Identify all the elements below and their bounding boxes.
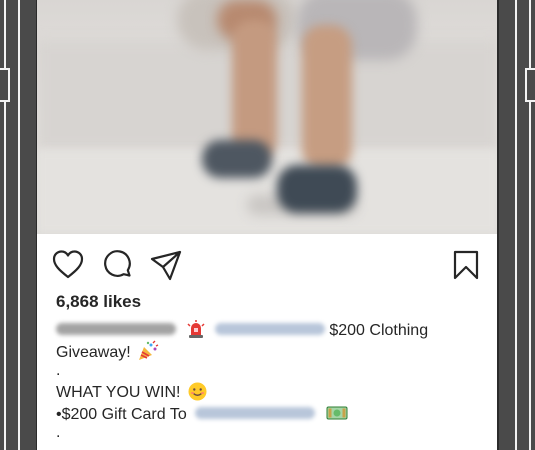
side-button-right [525, 68, 535, 102]
post-photo[interactable] [37, 0, 498, 234]
post-caption: $200 Clothing Giveaway! . WHAT YOU WIN! … [56, 320, 486, 444]
likes-count[interactable]: 6,868 likes [56, 292, 141, 312]
instagram-post: 6,868 likes $200 Clothing Giveaway! . WH… [37, 0, 498, 450]
comment-bubble-icon[interactable] [101, 248, 135, 282]
caption-line: •$200 Gift Card To [56, 404, 486, 426]
smiling-face-emoji [188, 382, 207, 401]
party-popper-emoji [137, 340, 159, 362]
siren-emoji [186, 319, 206, 339]
caption-text: $200 Clothing [329, 322, 429, 339]
username-redacted[interactable] [56, 323, 176, 336]
phone-frame: 6,868 likes $200 Clothing Giveaway! . WH… [0, 0, 535, 450]
caption-text: Giveaway! [56, 344, 131, 361]
caption-dot: . [56, 362, 61, 379]
caption-line: . [56, 424, 486, 444]
photo-shoe [202, 140, 272, 178]
caption-line: Giveaway! [56, 340, 486, 364]
bookmark-icon[interactable] [449, 248, 483, 282]
photo-leg [232, 20, 277, 160]
caption-line: WHAT YOU WIN! [56, 382, 486, 404]
caption-line: . [56, 362, 486, 382]
paper-plane-icon[interactable] [149, 248, 183, 282]
post-actions [37, 234, 498, 292]
mention-redacted[interactable] [214, 323, 325, 336]
heart-icon[interactable] [51, 248, 85, 282]
caption-dot: . [56, 424, 61, 441]
phone-bezel-right [497, 0, 535, 450]
caption-text: •$200 Gift Card To [56, 406, 187, 423]
mention-redacted[interactable] [195, 407, 316, 420]
caption-text: WHAT YOU WIN! [56, 384, 181, 401]
side-button-left [0, 68, 10, 102]
caption-line: $200 Clothing [56, 320, 486, 342]
phone-bezel-left [0, 0, 38, 450]
photo-leg [302, 25, 352, 170]
dollar-banknote-emoji [326, 405, 348, 421]
photo-shoe [277, 165, 357, 213]
